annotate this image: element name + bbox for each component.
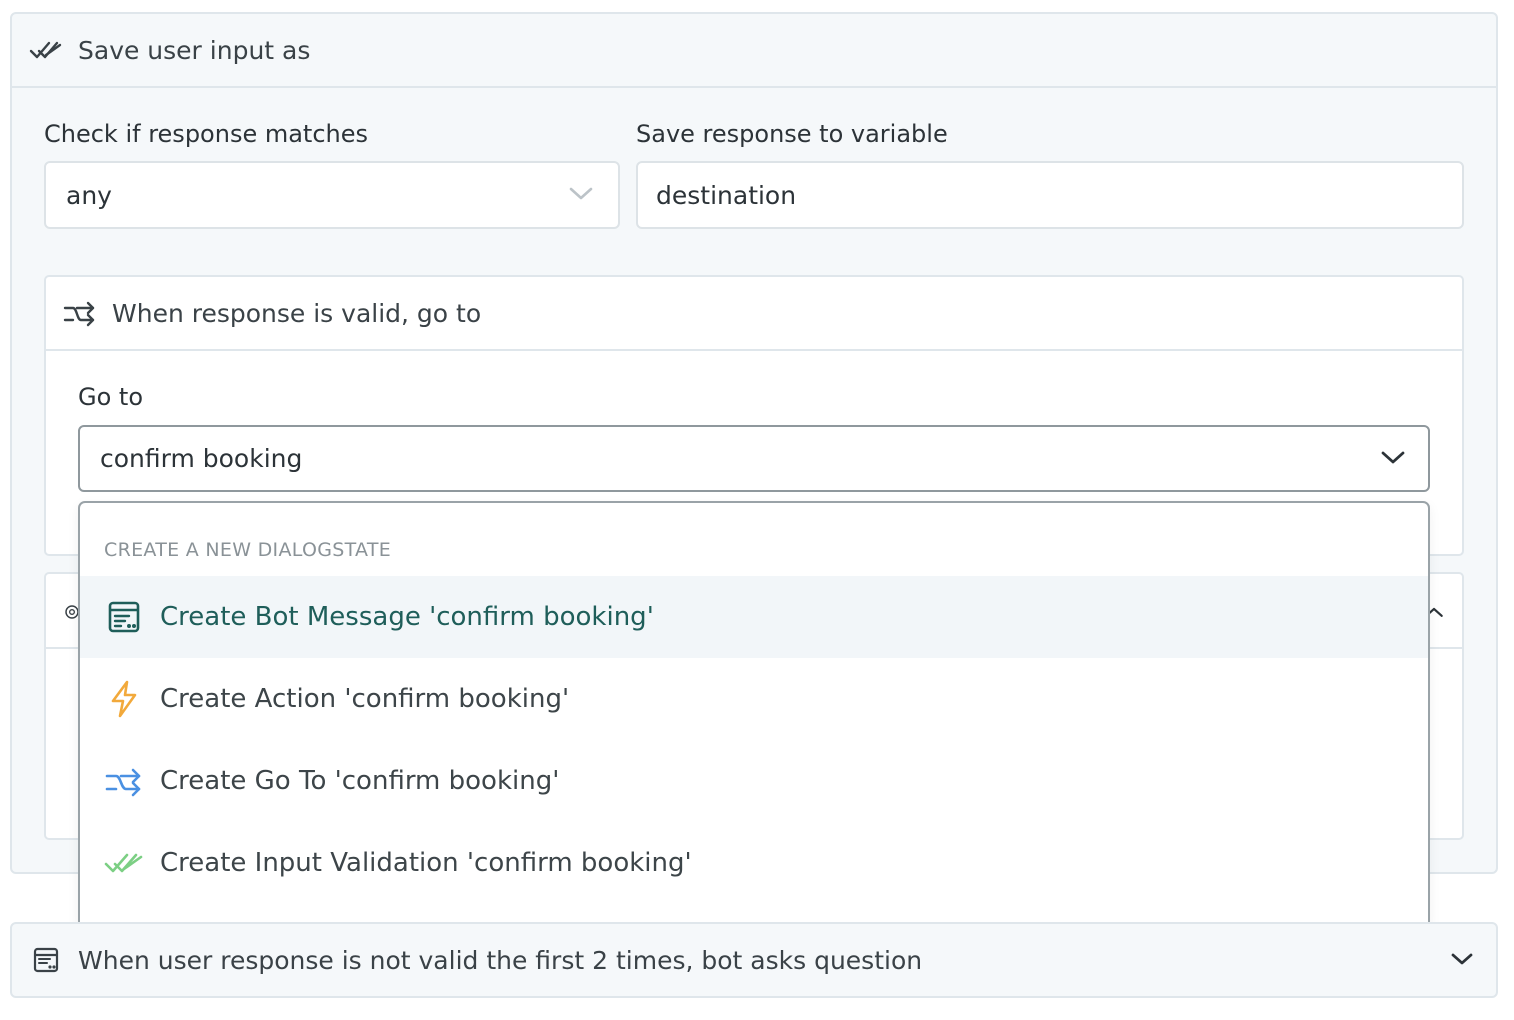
save-user-input-title: Save user input as bbox=[78, 35, 311, 65]
dropdown-heading: CREATE A NEW DIALOGSTATE bbox=[104, 539, 392, 561]
check-response-value: any bbox=[66, 180, 112, 210]
create-input-validation-label: Create Input Validation 'confirm booking… bbox=[160, 848, 692, 878]
create-goto-option[interactable]: Create Go To 'confirm booking' bbox=[80, 740, 1428, 822]
create-dialogstate-dropdown: CREATE A NEW DIALOGSTATE Create Bot Mess… bbox=[78, 501, 1430, 929]
invalid-response-title: When user response is not valid the firs… bbox=[78, 945, 923, 975]
save-variable-value: destination bbox=[656, 180, 797, 210]
save-variable-input[interactable]: destination bbox=[636, 161, 1464, 229]
goto-select[interactable]: confirm booking bbox=[78, 425, 1430, 492]
save-variable-label: Save response to variable bbox=[636, 120, 948, 148]
create-bot-message-label: Create Bot Message 'confirm booking' bbox=[160, 602, 654, 632]
bot-message-icon bbox=[32, 946, 60, 974]
bot-message-icon bbox=[104, 597, 144, 637]
goto-value: confirm booking bbox=[100, 444, 303, 473]
chevron-down-icon bbox=[1380, 449, 1406, 465]
goto-label: Go to bbox=[78, 383, 144, 411]
double-check-icon bbox=[28, 32, 64, 68]
invalid-response-header[interactable]: When user response is not valid the firs… bbox=[12, 924, 1496, 996]
valid-response-header[interactable]: When response is valid, go to bbox=[46, 277, 1462, 351]
valid-response-title: When response is valid, go to bbox=[112, 298, 482, 328]
lightning-icon bbox=[104, 679, 144, 719]
create-bot-message-option[interactable]: Create Bot Message 'confirm booking' bbox=[80, 576, 1428, 658]
goto-arrows-icon bbox=[104, 761, 144, 801]
check-response-label: Check if response matches bbox=[44, 120, 369, 148]
invalid-response-panel[interactable]: When user response is not valid the firs… bbox=[10, 922, 1498, 998]
double-check-icon bbox=[104, 843, 144, 883]
create-action-label: Create Action 'confirm booking' bbox=[160, 684, 570, 714]
check-response-select[interactable]: any bbox=[44, 161, 620, 229]
create-input-validation-option[interactable]: Create Input Validation 'confirm booking… bbox=[80, 822, 1428, 904]
chevron-down-icon[interactable] bbox=[1450, 951, 1474, 967]
create-action-option[interactable]: Create Action 'confirm booking' bbox=[80, 658, 1428, 740]
create-goto-label: Create Go To 'confirm booking' bbox=[160, 766, 560, 796]
chevron-down-icon bbox=[568, 185, 594, 201]
save-user-input-header[interactable]: Save user input as bbox=[12, 14, 1496, 88]
goto-arrows-icon bbox=[62, 295, 98, 331]
